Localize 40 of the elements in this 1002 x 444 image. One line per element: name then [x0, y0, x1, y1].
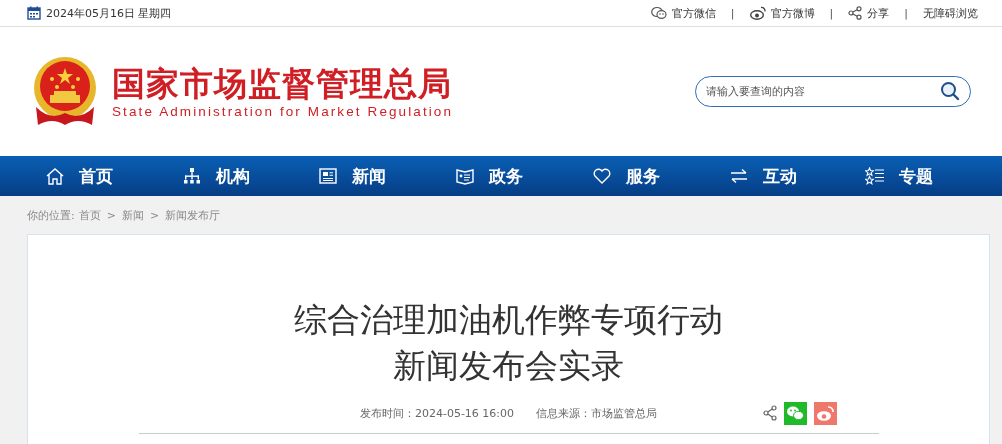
weibo-share-icon[interactable] [813, 401, 837, 425]
search-icon[interactable] [940, 81, 960, 101]
swap-arrows-icon [728, 167, 749, 185]
source-text: 信息来源：市场监管总局 [536, 405, 658, 421]
nav-item[interactable]: 互动 [728, 164, 866, 188]
date-text: 2024年05月16日 星期四 [46, 5, 172, 21]
nav-item[interactable]: 服务 [591, 164, 729, 188]
top-link[interactable]: 无障碍浏览 [923, 5, 978, 21]
top-link[interactable]: 分享 [867, 5, 890, 21]
search-field[interactable]: 请输入要查询的内容 [695, 76, 971, 107]
article-title: 新闻发布会实录 [392, 345, 625, 387]
book-icon [455, 167, 476, 185]
nav-item[interactable]: 机构 [181, 164, 319, 188]
nav-item[interactable]: 专题 [865, 164, 1002, 188]
top-link[interactable]: 官方微博 [770, 5, 815, 21]
publish-time: 发布时间：2024-05-16 16:00 [359, 405, 515, 421]
nav-item[interactable]: 政务 [455, 164, 592, 188]
separator: | [730, 6, 735, 20]
site-title: 国家市场监督管理总局 [112, 64, 453, 104]
breadcrumb-separator: > [149, 208, 160, 222]
house-icon [45, 167, 65, 185]
heart-icon [591, 167, 612, 185]
org-chart-icon [181, 167, 202, 185]
breadcrumb-label: 你的位置: [27, 207, 75, 223]
breadcrumb-separator: > [106, 208, 116, 222]
nav-item[interactable]: 首页 [45, 164, 182, 188]
share-icon[interactable] [848, 6, 863, 20]
separator: | [829, 6, 834, 20]
share-icon[interactable] [762, 405, 777, 421]
star-list-icon [865, 167, 886, 185]
nav-item[interactable]: 新闻 [318, 164, 456, 188]
newspaper-icon [318, 167, 339, 185]
top-link[interactable]: 官方微信 [671, 5, 716, 21]
separator: | [904, 6, 908, 20]
wechat-share-icon[interactable] [783, 401, 807, 425]
weibo-icon[interactable] [749, 6, 766, 20]
site-subtitle: State Administration for Market Regulation [112, 104, 454, 119]
calendar-icon [27, 6, 41, 20]
wechat-icon[interactable] [650, 6, 667, 20]
article-title: 综合治理加油机作弊专项行动 [294, 299, 723, 341]
